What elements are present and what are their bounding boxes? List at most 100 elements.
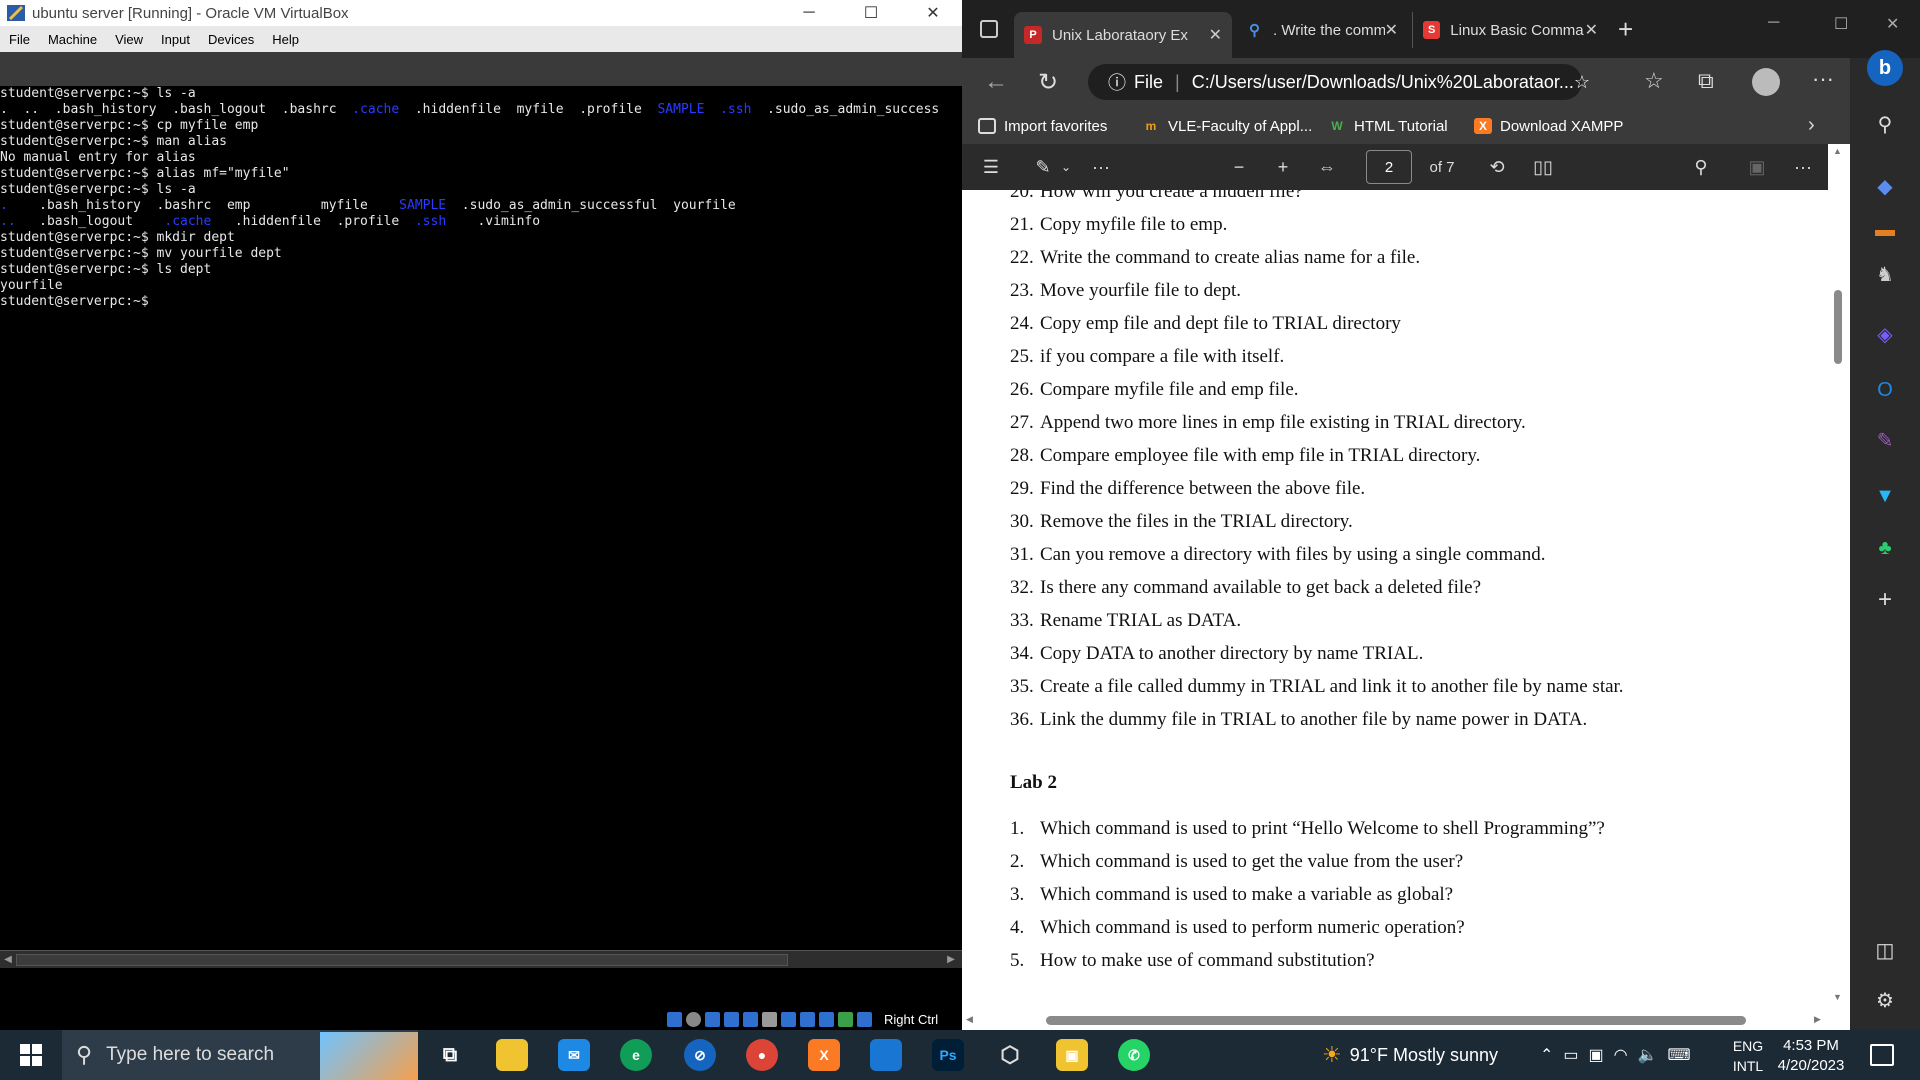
address-bar[interactable]: ⓘ File | C:/Users/user/Downloads/Unix%20… (1088, 64, 1590, 100)
battery-icon[interactable]: ▭ (1563, 1045, 1578, 1065)
scroll-right-icon[interactable]: ▶ (1814, 1014, 1821, 1025)
cpu-icon[interactable] (819, 1012, 834, 1027)
display-icon[interactable] (781, 1012, 796, 1027)
add-icon[interactable]: + (1873, 586, 1897, 613)
scrollbar-thumb[interactable] (16, 954, 788, 966)
safari-icon[interactable]: ⊘ (684, 1039, 716, 1071)
address-url[interactable]: C:/Users/user/Downloads/Unix%20Laboratao… (1192, 72, 1574, 93)
whatsapp-icon[interactable]: ✆ (1118, 1039, 1150, 1071)
keyboard-icon[interactable]: ⌨ (1668, 1045, 1691, 1065)
hdd-icon[interactable] (667, 1012, 682, 1027)
designer-icon[interactable]: ✎ (1873, 428, 1897, 452)
profile-avatar[interactable] (1752, 68, 1780, 96)
mouse-integration-icon[interactable] (838, 1012, 853, 1027)
chrome-icon[interactable]: ● (746, 1039, 778, 1071)
store-icon[interactable] (870, 1039, 902, 1071)
new-tab-icon[interactable]: + (1618, 14, 1633, 45)
fav-import[interactable]: Import favorites (978, 108, 1107, 144)
tools-icon[interactable]: ▬ (1873, 218, 1897, 242)
wifi-icon[interactable]: ◠ (1614, 1045, 1628, 1065)
volume-icon[interactable]: 🔈 (1638, 1045, 1658, 1065)
xampp-icon[interactable]: X (808, 1039, 840, 1071)
scroll-left-icon[interactable]: ◀ (1, 953, 15, 967)
vm-horizontal-scrollbar[interactable]: ◀ ▶ (0, 950, 962, 968)
scrollbar-thumb[interactable] (1834, 290, 1842, 364)
menu-devices[interactable]: Devices (199, 32, 263, 47)
fav-vle[interactable]: m VLE-Faculty of Appl... (1142, 108, 1313, 144)
add-favorite-icon[interactable]: ☆ (1574, 72, 1590, 93)
save-icon[interactable]: ▣ (1742, 144, 1772, 190)
maximize-button[interactable]: ☐ (842, 0, 900, 26)
menu-view[interactable]: View (106, 32, 152, 47)
virtualbox-icon[interactable]: ▣ (1056, 1039, 1088, 1071)
tab-unix-lab[interactable]: P Unix Laborataory Ex ✕ (1014, 12, 1232, 58)
menu-input[interactable]: Input (152, 32, 199, 47)
menu-help[interactable]: Help (263, 32, 308, 47)
page-number-input[interactable]: 2 (1366, 150, 1412, 184)
edge-icon[interactable]: e (620, 1039, 652, 1071)
search-icon[interactable]: ⚲ (1873, 112, 1897, 136)
tab-linux-basic[interactable]: S Linux Basic Comma ✕ (1412, 12, 1608, 48)
games-icon[interactable]: ♞ (1873, 262, 1897, 286)
mail-icon[interactable]: ✉ (558, 1039, 590, 1071)
pdf-horizontal-scrollbar[interactable]: ◀ ▶ (962, 1010, 1846, 1030)
scroll-left-icon[interactable]: ◀ (966, 1014, 973, 1025)
tab-actions-icon[interactable] (980, 20, 998, 38)
shopping-icon[interactable]: ◆ (1873, 174, 1897, 198)
more-tools-icon[interactable]: ··· (1086, 144, 1116, 190)
close-button[interactable]: ✕ (1886, 14, 1899, 34)
chevron-right-icon[interactable]: › (1808, 114, 1815, 137)
fav-html-tutorial[interactable]: W HTML Tutorial (1328, 108, 1447, 144)
close-tab-icon[interactable]: ✕ (1385, 20, 1398, 40)
settings-icon[interactable]: ⚙ (1873, 988, 1897, 1012)
rotate-icon[interactable]: ⟲ (1482, 144, 1512, 190)
close-tab-icon[interactable]: ✕ (1585, 20, 1598, 40)
fav-xampp[interactable]: X Download XAMPP (1474, 108, 1623, 144)
tree-icon[interactable]: ♣ (1873, 536, 1897, 560)
pdf-vertical-scrollbar[interactable]: ▲ ▼ (1830, 144, 1846, 1010)
zoom-in-icon[interactable]: + (1268, 144, 1298, 190)
minimize-button[interactable]: ─ (1768, 14, 1779, 32)
more-menu-icon[interactable]: ··· (1812, 66, 1834, 92)
bing-icon[interactable]: b (1867, 50, 1903, 86)
outlook-icon[interactable]: O (1873, 378, 1897, 402)
fit-page-icon[interactable]: ⇔ (1312, 144, 1342, 190)
scroll-right-icon[interactable]: ▶ (944, 953, 958, 967)
language-indicator[interactable]: ENG INTL (1728, 1036, 1768, 1076)
maximize-button[interactable]: ☐ (1834, 14, 1848, 34)
drop-icon[interactable]: ▼ (1873, 484, 1897, 508)
tab-write-command[interactable]: ⚲ . Write the comman ✕ (1236, 12, 1408, 48)
shared-folder-icon[interactable] (762, 1012, 777, 1027)
file-explorer-icon[interactable] (496, 1039, 528, 1071)
photoshop-icon[interactable]: Ps (932, 1039, 964, 1071)
usb-icon[interactable] (743, 1012, 758, 1027)
draw-icon[interactable]: ✎ (1028, 144, 1058, 190)
zoom-out-icon[interactable]: − (1224, 144, 1254, 190)
recording-icon[interactable] (800, 1012, 815, 1027)
display-icon[interactable]: ▣ (1589, 1045, 1604, 1065)
menu-file[interactable]: File (0, 32, 39, 47)
copilot-icon[interactable]: ◈ (1873, 322, 1897, 346)
close-tab-icon[interactable]: ✕ (1209, 25, 1222, 45)
contents-icon[interactable]: ☰ (976, 144, 1006, 190)
collections-icon[interactable]: ⧉ (1698, 68, 1714, 94)
scroll-up-icon[interactable]: ▲ (1833, 146, 1842, 156)
windows-start-icon[interactable] (20, 1044, 42, 1066)
weather-widget[interactable]: ☀ 91°F Mostly sunny (1322, 1030, 1498, 1080)
network-icon[interactable] (724, 1012, 739, 1027)
audio-icon[interactable] (705, 1012, 720, 1027)
info-icon[interactable]: ⓘ (1108, 69, 1126, 95)
notification-icon[interactable] (1870, 1044, 1894, 1066)
task-view-icon[interactable]: ⧉ (434, 1039, 466, 1071)
taskbar-search-box[interactable]: ⚲ Type here to search (62, 1030, 418, 1080)
more-menu-icon[interactable]: ··· (1788, 144, 1818, 190)
optical-icon[interactable] (686, 1012, 701, 1027)
scroll-down-icon[interactable]: ▼ (1833, 992, 1842, 1002)
chevron-up-icon[interactable]: ⌃ (1540, 1045, 1553, 1065)
chevron-down-icon[interactable]: ⌄ (1058, 144, 1074, 190)
clock[interactable]: 4:53 PM 4/20/2023 (1766, 1036, 1856, 1076)
3d-box-icon[interactable]: ⬡ (994, 1039, 1026, 1071)
search-icon[interactable]: ⚲ (1686, 144, 1716, 190)
favorites-icon[interactable]: ☆ (1644, 68, 1664, 94)
sidebar-toggle-icon[interactable]: ◫ (1873, 938, 1897, 962)
